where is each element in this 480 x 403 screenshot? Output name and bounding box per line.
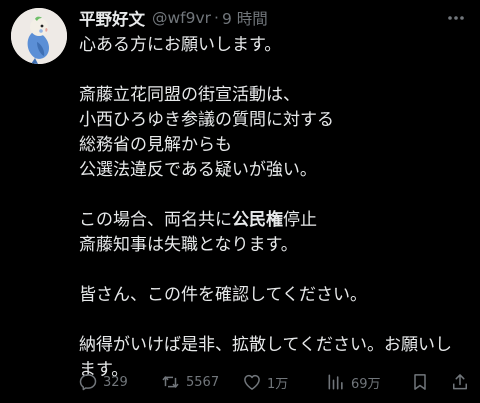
- more-icon: [448, 16, 464, 20]
- tweet-line: 公選法違反である疑いが強い。: [79, 160, 317, 180]
- post-timestamp[interactable]: 9 時間: [222, 7, 268, 29]
- tweet-header: 平野好文 @wf9vr · 9 時間: [79, 6, 268, 30]
- action-bar: 329 5567 1万 69万: [74, 369, 474, 395]
- tweet-line: 心ある方にお願いします。: [79, 35, 282, 55]
- retweet-icon: [162, 376, 179, 388]
- tweet-line: 総務省の見解からも: [79, 135, 232, 155]
- avatar[interactable]: [11, 8, 67, 64]
- reply-count: 329: [103, 374, 128, 390]
- tweet-line: 納得がいけば是非、拡散してください。お願いし: [79, 335, 452, 355]
- tweet-text-segment: 停止: [283, 210, 317, 230]
- author-display-name[interactable]: 平野好文: [79, 6, 145, 30]
- tweet-text: 心ある方にお願いします。 斎藤立花同盟の街宣活動は、 小西ひろゆき参議の質問に対…: [79, 33, 474, 383]
- tweet-line: 皆さん、この件を確認してください。: [79, 285, 367, 305]
- reply-icon: [79, 374, 97, 391]
- views-button[interactable]: 69万: [326, 369, 381, 395]
- share-button[interactable]: [450, 369, 470, 395]
- more-button[interactable]: [443, 6, 469, 30]
- retweet-count: 5567: [186, 374, 220, 390]
- tweet-text-segment: この場合、両名共に: [79, 210, 232, 230]
- heart-icon: [244, 374, 260, 390]
- tweet-line: 斎藤立花同盟の街宣活動は、: [79, 85, 300, 105]
- tweet-line: 斎藤知事は失職となります。: [79, 235, 298, 255]
- bookmark-icon: [414, 374, 426, 390]
- bookmark-button[interactable]: [410, 369, 430, 395]
- reply-button[interactable]: 329: [78, 369, 128, 395]
- author-handle[interactable]: @wf9vr: [152, 9, 211, 27]
- parakeet-avatar-illustration: [11, 8, 67, 64]
- views-icon: [328, 374, 343, 390]
- tweet-line: この場合、両名共に公民権停止: [79, 208, 474, 233]
- tweet-line: 小西ひろゆき参議の質問に対する: [79, 110, 334, 130]
- separator-dot: ·: [214, 9, 219, 27]
- bold-text-segment: 公民権: [232, 210, 283, 230]
- like-button[interactable]: 1万: [242, 369, 288, 395]
- retweet-button[interactable]: 5567: [160, 369, 219, 395]
- share-icon: [453, 374, 467, 390]
- like-count: 1万: [267, 376, 289, 392]
- views-count: 69万: [351, 376, 381, 392]
